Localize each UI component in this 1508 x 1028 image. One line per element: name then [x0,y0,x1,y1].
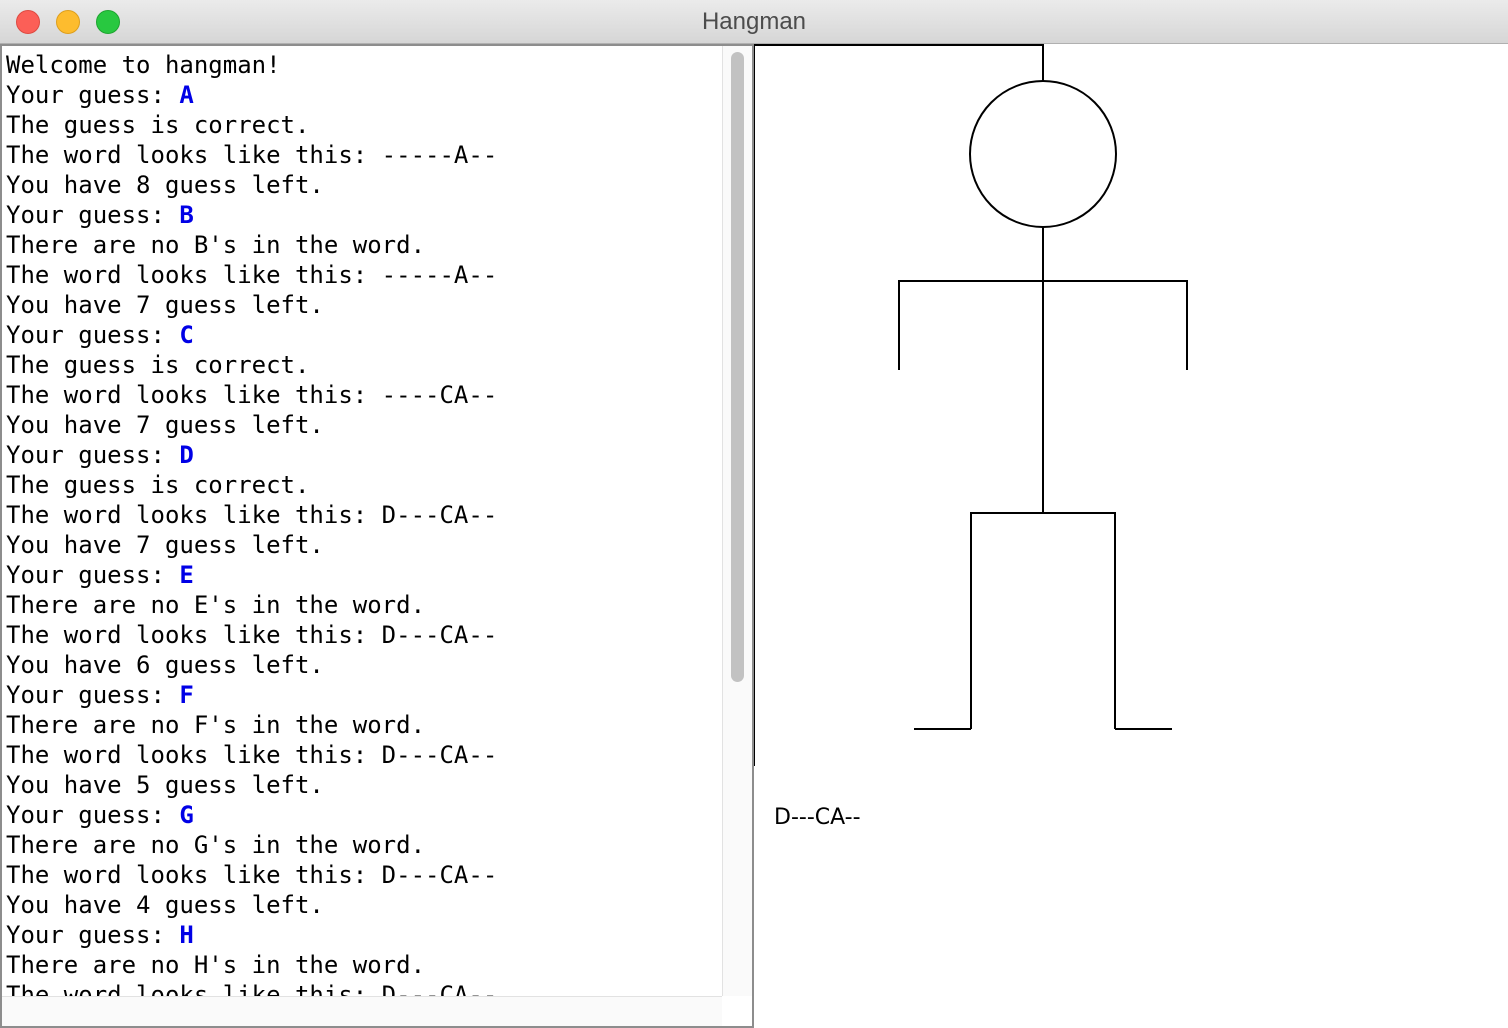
console-line: There are no G's in the word. [6,830,720,860]
console-line: There are no F's in the word. [6,710,720,740]
console-pane[interactable]: Welcome to hangman! Your guess: A The gues… [0,44,754,1028]
console-line: You have 7 guess left. [6,410,720,440]
console-line-text: Your guess: [6,321,180,349]
vertical-scroll-thumb[interactable] [731,52,744,682]
guess-letter: G [179,801,194,829]
console-line: Your guess: D [6,440,720,470]
guess-letter: E [179,561,194,589]
console-line-text: The word looks like this: -----A-- [6,141,498,169]
console-line-text: You have 7 guess left. [6,411,324,439]
hangman-right-leg [1043,512,1116,729]
console-line: The guess is correct. [6,350,720,380]
console-line: Your guess: H [6,920,720,950]
guess-letter: D [179,441,194,469]
hangman-canvas: D---CA-- [754,44,1508,1028]
vertical-scrollbar[interactable] [722,46,752,996]
guess-letter: F [179,681,194,709]
console-line: The guess is correct. [6,470,720,500]
console-line-text: The word looks like this: D---CA-- [6,501,498,529]
horizontal-scrollbar[interactable] [2,996,722,1026]
console-line-text: The word looks like this: D---CA-- [6,741,498,769]
console-line: Your guess: A [6,80,720,110]
console-line-text: You have 7 guess left. [6,291,324,319]
window-title: Hangman [701,8,807,35]
guess-letter: A [179,81,194,109]
console-line: You have 8 guess left. [6,170,720,200]
console-line: The word looks like this: D---CA-- [6,980,720,996]
console-line: Your guess: F [6,680,720,710]
console-line: You have 6 guess left. [6,650,720,680]
console-output[interactable]: Welcome to hangman! Your guess: A The gues… [6,50,720,996]
console-line: You have 7 guess left. [6,530,720,560]
console-line: You have 7 guess left. [6,290,720,320]
console-line: The word looks like this: D---CA-- [6,860,720,890]
console-line-text: Your guess: [6,441,180,469]
console-line-text: The word looks like this: ----CA-- [6,381,498,409]
console-line-text: The word looks like this: D---CA-- [6,861,498,889]
guess-letter: C [179,321,194,349]
console-line-text: Your guess: [6,201,180,229]
console-line-text: You have 8 guess left. [6,171,324,199]
hangman-head [969,80,1117,228]
console-line: There are no H's in the word. [6,950,720,980]
console-line-text: Welcome to hangman! [6,51,281,79]
console-line-text: The word looks like this: -----A-- [6,261,498,289]
console-line: Your guess: C [6,320,720,350]
console-line: The word looks like this: D---CA-- [6,500,720,530]
console-line-text: You have 6 guess left. [6,651,324,679]
title-bar: Hangman [0,0,1508,44]
console-line: The word looks like this: D---CA-- [6,620,720,650]
console-line-text: Your guess: [6,801,180,829]
console-line: You have 4 guess left. [6,890,720,920]
console-line: Your guess: E [6,560,720,590]
console-line: There are no E's in the word. [6,590,720,620]
console-line-text: Your guess: [6,81,180,109]
hangman-left-leg [970,512,1043,729]
console-line-text: There are no F's in the word. [6,711,426,739]
console-line: You have 5 guess left. [6,770,720,800]
console-line-text: The guess is correct. [6,111,310,139]
console-line: The word looks like this: -----A-- [6,140,720,170]
console-line-text: The guess is correct. [6,351,310,379]
console-line: Your guess: G [6,800,720,830]
console-line-text: The guess is correct. [6,471,310,499]
console-line: Your guess: B [6,200,720,230]
console-line-text: The word looks like this: D---CA-- [6,981,498,996]
hangman-drawing: D---CA-- [754,44,1188,830]
console-line-text: You have 5 guess left. [6,771,324,799]
word-progress-label: D---CA-- [774,805,861,830]
guess-letter: B [179,201,194,229]
hangman-left-arm [898,280,1043,370]
console-line-text: Your guess: [6,681,180,709]
console-line-text: You have 7 guess left. [6,531,324,559]
console-line-text: There are no H's in the word. [6,951,426,979]
console-line: The word looks like this: D---CA-- [6,740,720,770]
console-line-text: The word looks like this: D---CA-- [6,621,498,649]
console-line: The word looks like this: -----A-- [6,260,720,290]
guess-letter: H [179,921,194,949]
console-line: There are no B's in the word. [6,230,720,260]
console-line: The guess is correct. [6,110,720,140]
hangman-right-arm [1043,280,1188,370]
console-line-text: There are no E's in the word. [6,591,426,619]
console-line: The word looks like this: ----CA-- [6,380,720,410]
console-line-text: Your guess: [6,561,180,589]
console-line-text: There are no B's in the word. [6,231,426,259]
console-line-text: Your guess: [6,921,180,949]
console-line: Welcome to hangman! [6,50,720,80]
console-line-text: There are no G's in the word. [6,831,426,859]
console-line-text: You have 4 guess left. [6,891,324,919]
